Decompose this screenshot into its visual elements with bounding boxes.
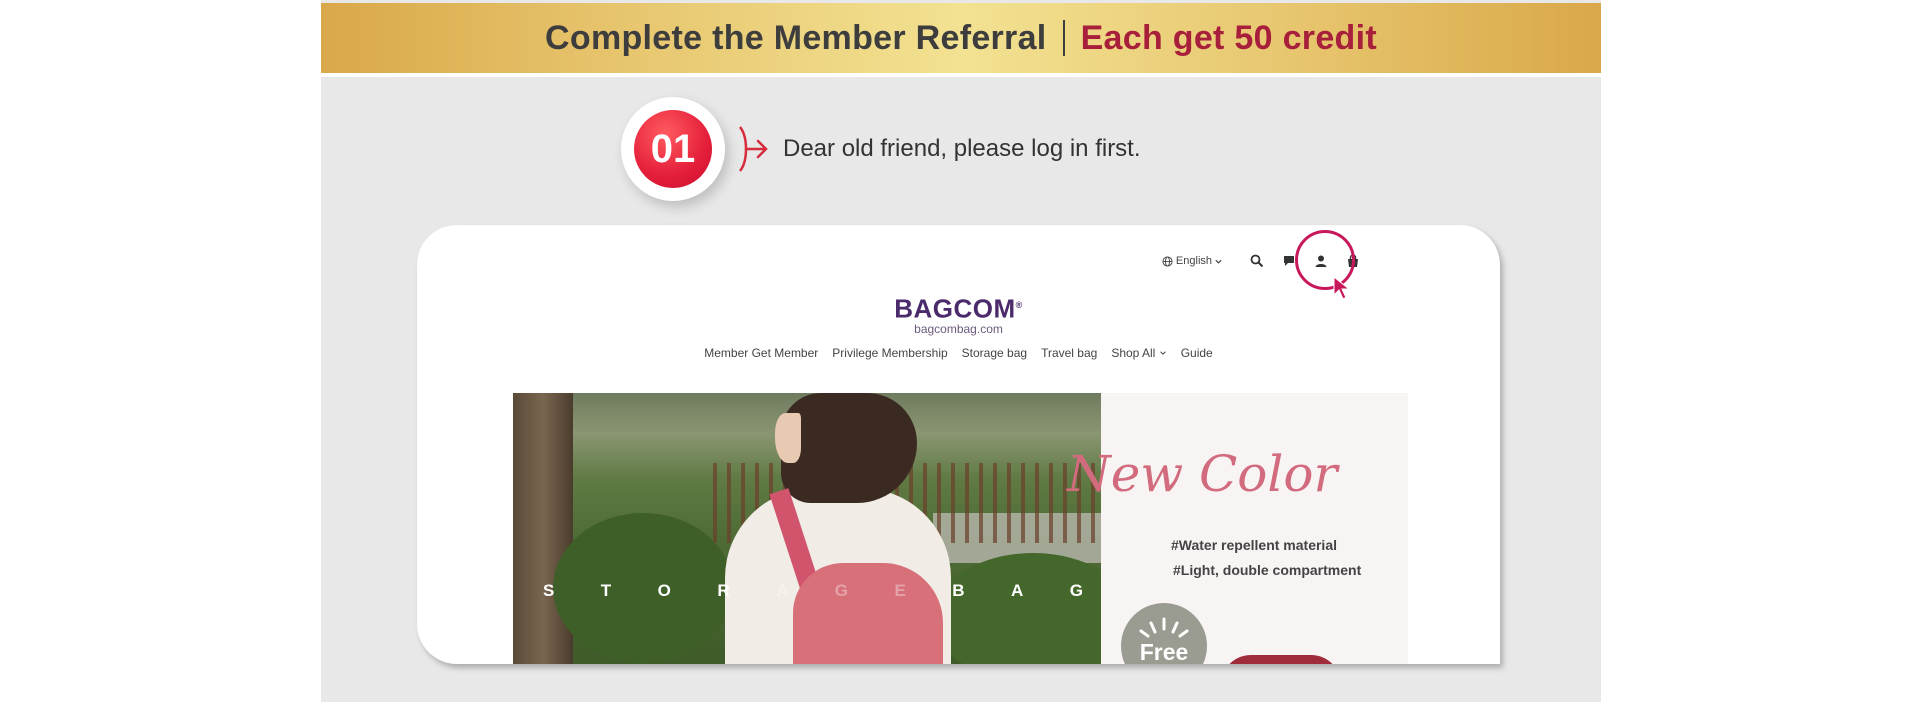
new-color-headline: New Color — [1067, 445, 1338, 503]
promo-frame: Complete the Member Referral Each get 50… — [321, 0, 1601, 702]
storage-bag-caption: S T O R A G E B A G — [543, 581, 1083, 601]
nav-item-shop-all-label: Shop All — [1111, 346, 1156, 360]
nav-item-shop-all[interactable]: Shop All — [1111, 346, 1166, 360]
hero-promo-panel[interactable]: #Water repellent material #Light, double… — [1101, 393, 1408, 664]
free-badge: Free — [1121, 603, 1207, 664]
step-one: 01 Dear old friend, please log in first. — [621, 97, 1241, 205]
feature-double-compartment: #Light, double compartment — [1173, 562, 1362, 578]
shrub — [933, 553, 1101, 664]
step-number: 01 — [634, 110, 712, 188]
nav-item-travel-bag[interactable]: Travel bag — [1041, 346, 1097, 360]
site-logo[interactable]: BAGCOM® bagcombag.com — [417, 292, 1500, 336]
banner-divider — [1062, 20, 1065, 56]
arrow-right-icon — [738, 126, 768, 172]
caption-letter: T — [600, 581, 612, 600]
feature-water-repellent: #Water repellent material — [1171, 537, 1337, 553]
caption-letter: B — [952, 581, 965, 600]
banner-lead-text: Complete the Member Referral — [545, 18, 1047, 57]
promo-bag-image — [1221, 655, 1341, 664]
language-label: English — [1175, 255, 1212, 267]
globe-icon — [1162, 255, 1173, 267]
referral-banner: Complete the Member Referral Each get 50… — [321, 3, 1601, 77]
nav-item-storage-bag[interactable]: Storage bag — [962, 346, 1027, 360]
step-badge-ring: 01 — [621, 97, 725, 201]
model-bag — [793, 563, 943, 664]
language-selector[interactable]: English — [1162, 255, 1226, 267]
nav-item-member-get-member[interactable]: Member Get Member — [704, 346, 818, 360]
logo-name: BAGCOM — [894, 293, 1016, 324]
caption-letter: S — [543, 581, 555, 600]
caption-letter: A — [776, 581, 789, 600]
chevron-down-icon — [1159, 351, 1166, 355]
model-hair — [781, 393, 917, 503]
website-screenshot: English BAGCOM® bagcombag.com Member Get… — [417, 225, 1500, 664]
banner-accent-text: Each get 50 credit — [1080, 18, 1377, 57]
logo-trademark: ® — [1015, 300, 1023, 310]
caption-letter: G — [834, 581, 849, 600]
nav-item-guide[interactable]: Guide — [1181, 346, 1213, 360]
free-badge-label: Free — [1139, 639, 1189, 664]
search-icon[interactable] — [1250, 254, 1264, 268]
logo-url: bagcombag.com — [914, 321, 1003, 336]
model-face — [775, 413, 801, 463]
caption-letter: O — [657, 581, 671, 600]
step-instruction: Dear old friend, please log in first. — [783, 135, 1141, 162]
caption-letter: E — [894, 581, 906, 600]
caption-letter: G — [1069, 581, 1083, 600]
main-nav: Member Get Member Privilege Membership S… — [417, 346, 1500, 360]
chevron-down-icon — [1215, 259, 1222, 264]
caption-letter: A — [1011, 581, 1024, 600]
caption-letter: R — [717, 581, 730, 600]
nav-item-privilege-membership[interactable]: Privilege Membership — [832, 346, 947, 360]
chat-icon[interactable] — [1282, 254, 1296, 268]
hero-photo[interactable]: S T O R A G E B A G — [513, 393, 1101, 664]
